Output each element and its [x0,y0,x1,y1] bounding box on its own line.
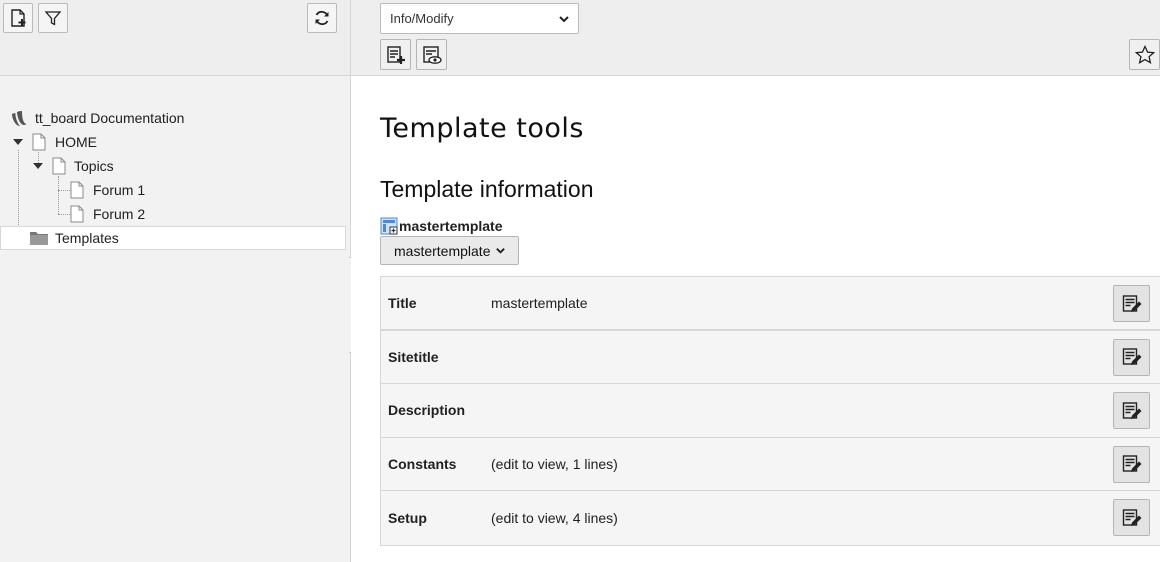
template-name: mastertemplate [399,218,503,234]
tree-item-label: Forum 2 [93,206,146,222]
folder-icon [30,232,48,245]
bookmark-button[interactable] [1129,39,1160,70]
edit-constants-button[interactable] [1113,445,1150,483]
edit-sitetitle-button[interactable] [1113,338,1150,376]
row-label: Description [388,402,466,419]
tree-root-label: tt_board Documentation [35,110,185,126]
table-row: Constants (edit to view, 1 lines) [381,437,1160,492]
page-icon [32,133,46,151]
page-icon [70,205,84,223]
tree-item-label: Forum 1 [93,182,146,198]
edit-record-icon [1122,348,1141,366]
page-title: Template tools [380,113,584,144]
filter-button[interactable] [38,3,68,33]
new-template-button[interactable] [380,39,411,70]
edit-description-button[interactable] [1113,392,1150,430]
module-toolbar: Info/Modify [351,0,1160,76]
tree-item-templates[interactable]: Templates [0,226,346,250]
typo3-logo-icon [12,111,27,126]
tree-item-home[interactable]: HOME [12,130,332,154]
chevron-down-icon [559,16,569,23]
collapse-arrow-icon[interactable] [32,160,44,172]
edit-record-icon [1122,509,1141,526]
bookmark-star-icon [1134,44,1155,64]
template-select-dropdown[interactable]: mastertemplate [380,236,520,265]
refresh-button[interactable] [307,3,337,33]
template-info-table: Title mastertemplate Sitetitle Descripti… [380,276,1160,546]
refresh-icon [315,10,329,26]
tree-root[interactable]: tt_board Documentation [9,106,339,130]
template-record: mastertemplate [380,217,503,235]
tree-toolbar [0,0,350,76]
table-row: Sitetitle [381,330,1160,385]
row-value: (edit to view, 4 lines) [491,510,618,527]
new-page-button[interactable] [3,3,33,33]
tree-item-label: HOME [55,134,97,150]
row-label: Setup [388,510,427,527]
view-template-button[interactable] [416,39,447,70]
template-select-label: mastertemplate [394,242,491,259]
table-row: Description [381,384,1160,438]
edit-record-icon [1122,294,1141,312]
table-row: Setup (edit to view, 4 lines) [381,491,1160,545]
tree-item-label: Topics [74,158,114,174]
tree-item-forum-2[interactable]: Forum 2 [69,202,329,226]
module-function-select[interactable]: Info/Modify [380,3,579,34]
edit-record-icon [1122,401,1141,419]
module-content: Info/Modify Template tools Template info… [351,0,1160,562]
collapse-arrow-icon[interactable] [12,136,24,148]
tree-item-forum-1[interactable]: Forum 1 [69,178,329,202]
edit-record-icon [1122,455,1141,473]
module-function-value: Info/Modify [390,11,454,26]
chevron-down-icon [496,248,506,254]
table-row: Title mastertemplate [381,277,1160,331]
section-title: Template information [380,176,594,202]
row-label: Constants [388,456,457,473]
template-icon [380,217,398,235]
filter-icon [44,11,62,26]
edit-title-button[interactable] [1113,285,1150,322]
edit-setup-button[interactable] [1113,499,1150,537]
page-icon [52,157,66,175]
page-icon [70,181,84,199]
new-page-icon [11,9,26,27]
page-tree-panel: tt_board Documentation HOME Topics Forum… [0,0,351,562]
new-record-icon [386,45,405,64]
row-value: mastertemplate [491,294,588,311]
row-label: Title [388,294,417,311]
tree-line [58,176,59,214]
row-label: Sitetitle [388,348,439,365]
view-record-icon [422,45,442,64]
row-value: (edit to view, 1 lines) [491,456,618,473]
tree-item-label: Templates [55,230,119,246]
tree-item-topics[interactable]: Topics [32,154,332,178]
